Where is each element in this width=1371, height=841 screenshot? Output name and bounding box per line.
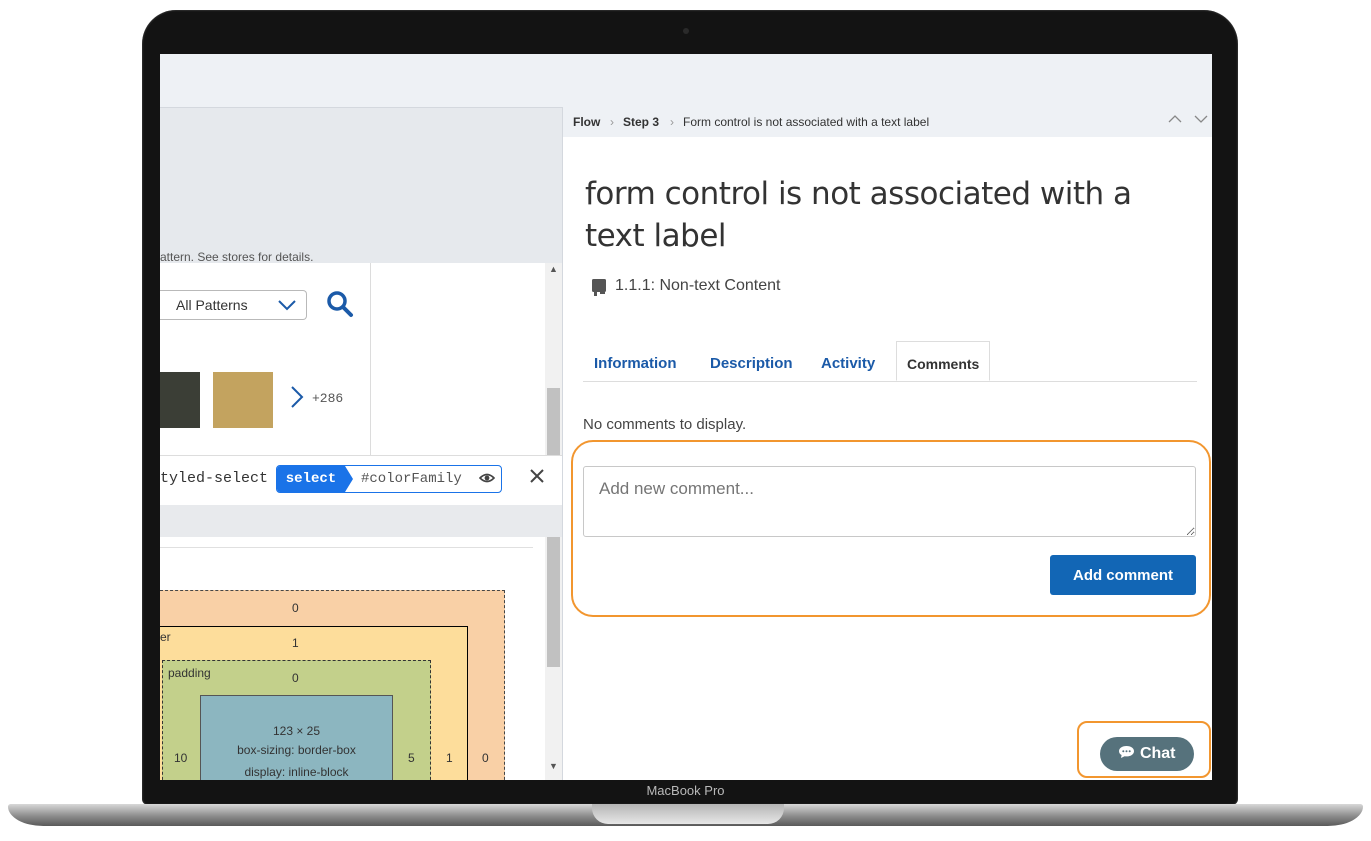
success-criterion-link[interactable]: 1.1.1: Non-text Content (615, 277, 780, 295)
tab-activity[interactable]: Activity (821, 355, 875, 372)
border-right-value: 1 (446, 751, 453, 765)
selector-parent[interactable]: tyled-select (160, 470, 268, 487)
content-box-sizing: box-sizing: border-box (237, 743, 356, 757)
padding-left-value: 10 (174, 751, 188, 765)
app-top-bar (160, 54, 1212, 108)
laptop-notch (592, 804, 784, 824)
breadcrumb-separator-icon: › (670, 115, 674, 129)
eye-icon[interactable] (478, 468, 496, 491)
content-display: display: inline-block (244, 765, 349, 779)
preview-note-text: attern. See stores for details. (160, 250, 314, 264)
tab-description[interactable]: Description (710, 355, 793, 372)
padding-label: padding (168, 666, 211, 680)
breadcrumb-separator-icon: › (610, 115, 614, 129)
selected-element-pill[interactable]: select #colorFamily (276, 465, 502, 493)
scrollbar-thumb[interactable] (547, 388, 560, 455)
close-icon[interactable] (528, 467, 546, 491)
padding-top-value: 0 (292, 671, 299, 685)
scrollbar-thumb[interactable] (547, 537, 560, 667)
color-swatch[interactable] (160, 372, 200, 428)
box-model-scrollbar[interactable] (545, 537, 562, 780)
pattern-select[interactable]: All Patterns (160, 290, 307, 320)
breadcrumb: Flow › Step 3 › Form control is not asso… (563, 107, 1212, 137)
chat-label: Chat (1139, 745, 1176, 762)
tab-comments[interactable]: Comments (896, 341, 991, 381)
selector-id: #colorFamily (361, 471, 462, 487)
device-label: MacBook Pro (646, 783, 725, 798)
issue-tabs: Information Description Activity Comment… (583, 341, 1197, 382)
pattern-select-value: All Patterns (176, 297, 248, 313)
chevron-right-icon[interactable] (288, 384, 306, 414)
preview-scrollbar[interactable] (545, 263, 562, 455)
margin-top-value: 0 (292, 601, 299, 615)
chat-bubble-icon (1118, 745, 1139, 762)
content-size: 123 × 25 (272, 724, 321, 738)
tab-information[interactable]: Information (594, 355, 677, 372)
scroll-up-icon[interactable]: ▲ (549, 264, 558, 274)
comment-input[interactable] (583, 466, 1196, 537)
prev-next-icon[interactable] (1167, 112, 1211, 130)
more-swatches-count[interactable]: +286 (312, 391, 343, 406)
page-preview-header (160, 108, 562, 263)
margin-right-value: 0 (482, 751, 489, 765)
empty-comments-message: No comments to display. (583, 416, 747, 433)
scroll-down-icon[interactable]: ▼ (549, 761, 558, 771)
screen: attern. See stores for details. All Patt… (160, 54, 1212, 780)
issue-title: form control is not associated with a te… (585, 176, 1132, 254)
chevron-down-icon (276, 292, 298, 328)
breadcrumb-step[interactable]: Step 3 (623, 115, 659, 129)
color-swatch[interactable] (213, 372, 273, 428)
breadcrumb-current: Form control is not associated with a te… (683, 115, 930, 129)
add-comment-button[interactable]: Add comment (1050, 555, 1196, 595)
padding-right-value: 5 (408, 751, 415, 765)
border-top-value: 1 (292, 636, 299, 650)
chat-button[interactable]: Chat (1100, 737, 1194, 771)
camera-icon (683, 28, 689, 34)
selector-tag: select (277, 466, 353, 492)
divider (160, 547, 533, 548)
book-icon (591, 278, 606, 296)
breadcrumb-flow[interactable]: Flow (573, 115, 600, 129)
issue-panel: Flow › Step 3 › Form control is not asso… (562, 107, 1212, 780)
border-label: er (160, 630, 171, 644)
devtools-strip (160, 505, 562, 537)
search-icon[interactable] (326, 290, 354, 323)
